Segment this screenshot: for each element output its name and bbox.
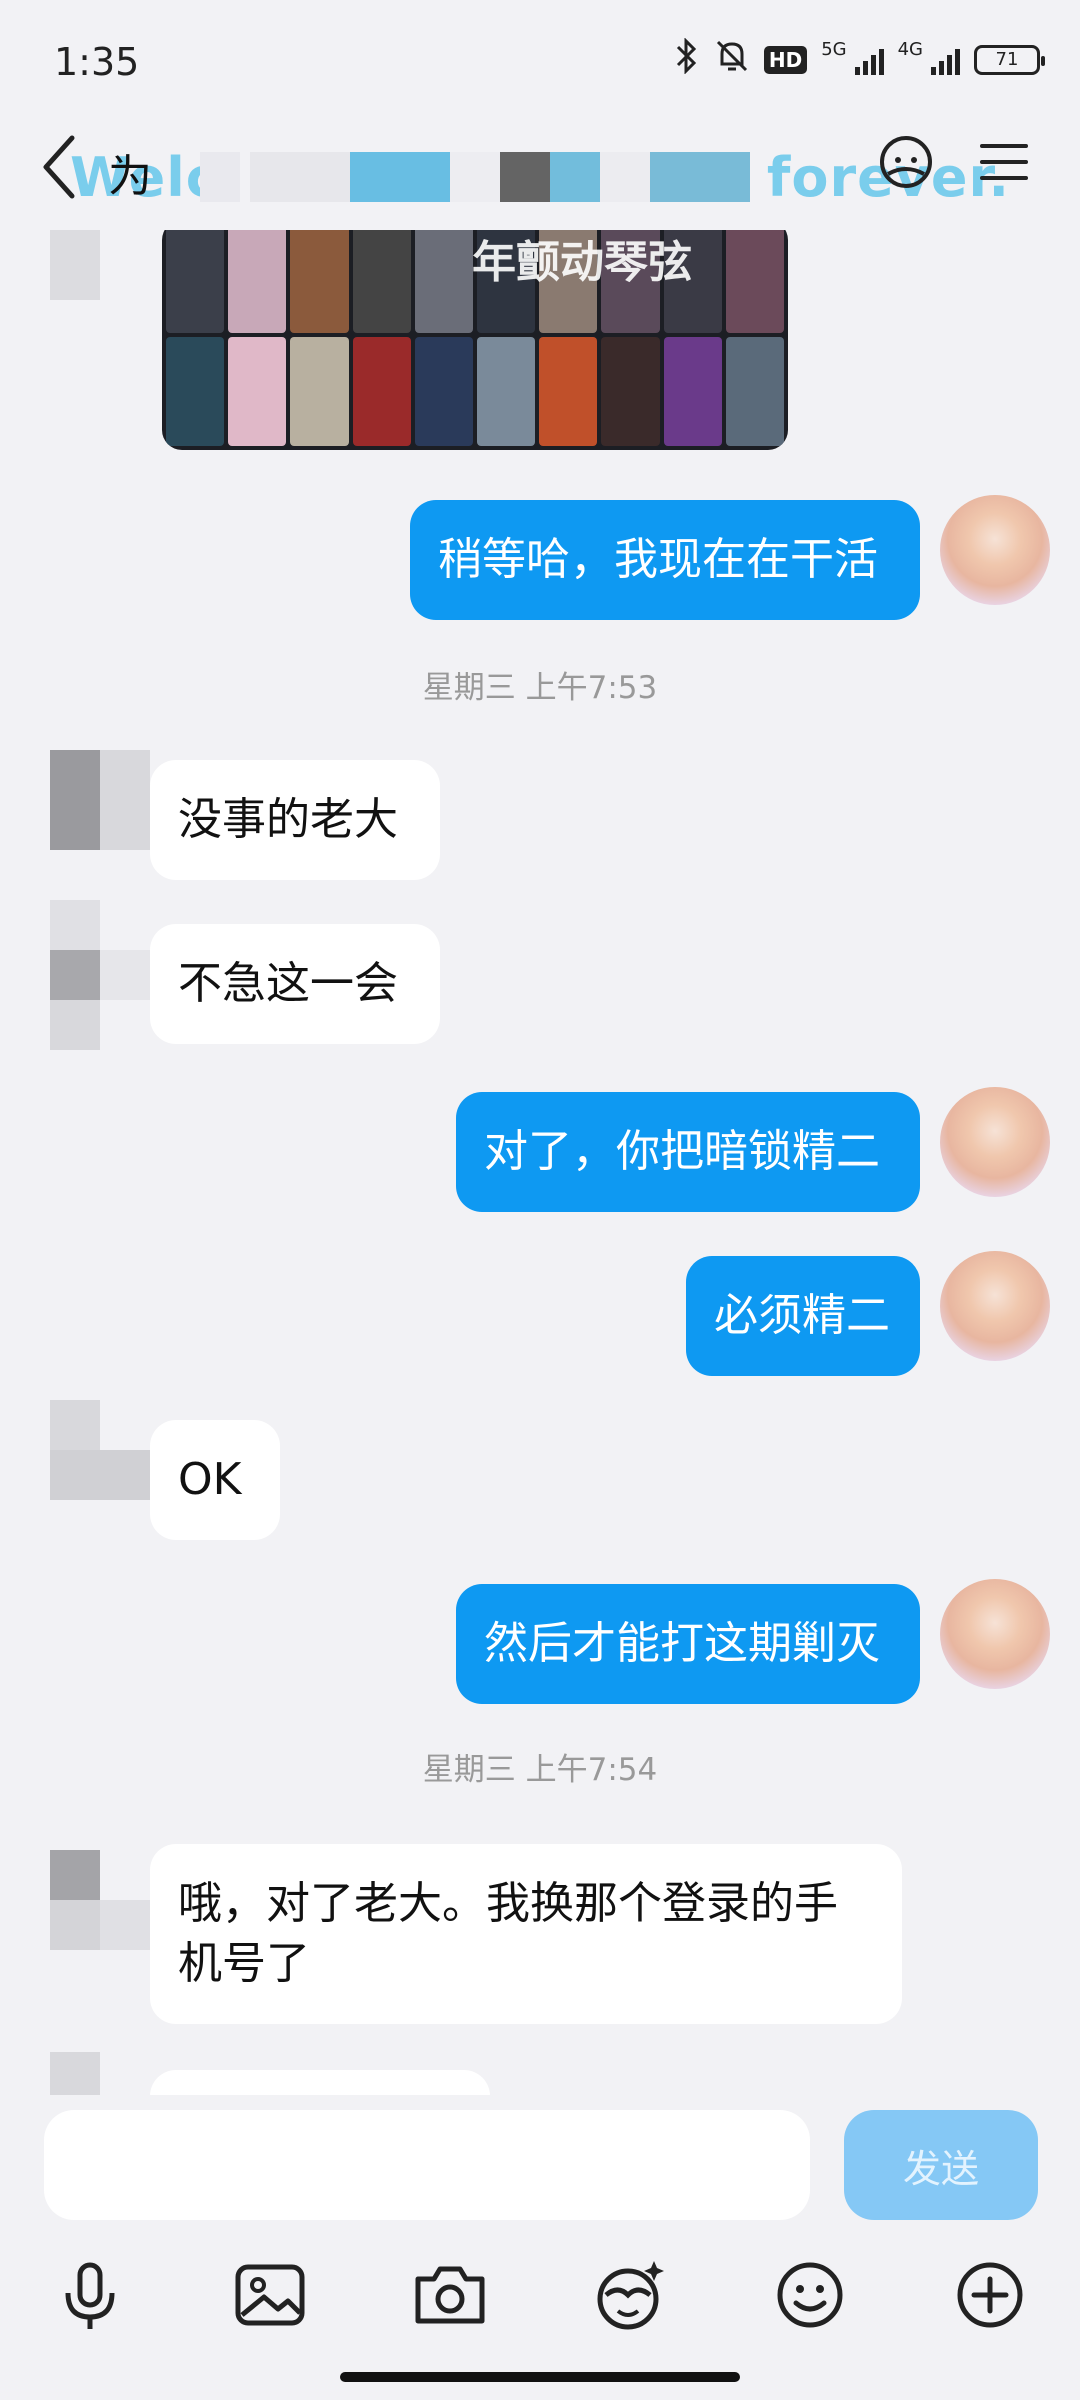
message-input[interactable] [44,2110,810,2220]
message-bubble-outgoing[interactable]: 对了，你把暗锁精二 [456,1092,920,1212]
time-separator: 星期三 上午7:53 [422,670,658,706]
avatar-other-mosaic [50,1900,100,1950]
emoji-icon [777,2262,843,2328]
time-separator: 星期三 上午7:54 [422,1752,658,1788]
chevron-left-icon [43,135,75,199]
avatar-other[interactable] [50,750,100,850]
avatar-other-mosaic [50,1000,100,1050]
image-message[interactable]: 年颤动琴弦 [162,230,788,450]
image-caption: 年颤动琴弦 [472,237,692,288]
input-toolbar [0,2235,1080,2355]
chat-messages[interactable]: 年颤动琴弦 稍等哈，我现在在干活 星期三 上午7:53 没事的老大 不急这一会 … [0,230,1080,2100]
battery-level: 71 [995,49,1019,70]
image-icon [235,2264,305,2326]
network-4g-label: 4G [897,39,923,60]
message-line: 哦，对了老大。我换那个登录的手 [178,1878,838,1929]
avatar-other-mosaic [100,750,150,850]
chat-header: Welc ds time forever. 为 [0,110,1080,230]
status-time: 1:35 [54,40,140,84]
camera-icon [415,2266,485,2324]
more-button[interactable] [950,2255,1030,2335]
avatar-other-mosaic [100,950,150,1000]
message-bubble-incoming[interactable]: OK [150,1420,280,1540]
avatar-other[interactable] [50,1400,100,1450]
battery-icon: 71 [974,44,1045,75]
header-banner-overlay: Welc ds time forever. [50,146,1010,210]
signal-4g-icon [931,45,960,75]
avatar-other[interactable] [50,900,100,950]
message-bubble-incoming[interactable]: 哦，对了老大。我换那个登录的手 机号了 [150,1844,902,2024]
effects-button[interactable] [590,2255,670,2335]
avatar-other-mosaic [50,1450,150,1500]
plus-circle-icon [957,2262,1023,2328]
avatar-other-mosaic [100,1900,150,1950]
menu-icon [980,144,1028,180]
avatar-other-mosaic [50,950,100,1000]
avatar-other[interactable] [50,1850,100,1900]
message-bubble-outgoing[interactable]: 稍等哈，我现在在干活 [410,500,920,620]
menu-button[interactable] [976,134,1032,190]
avatar-self[interactable] [940,495,1050,605]
status-icons: HD 5G 4G 71 [674,37,1045,81]
avatar-other[interactable] [50,230,100,300]
gallery-button[interactable] [230,2255,310,2335]
message-bubble-incoming[interactable]: 不急这一会 [150,924,440,1044]
message-bubble-outgoing[interactable]: 然后才能打这期剿灭 [456,1584,920,1704]
assistant-button[interactable] [878,134,934,190]
send-button[interactable]: 发送 [844,2110,1038,2220]
bluetooth-icon [674,37,700,81]
voice-button[interactable] [50,2255,130,2335]
input-bar: 发送 [0,2095,1080,2235]
avatar-self[interactable] [940,1579,1050,1689]
chat-title: 为 [108,151,152,202]
home-indicator[interactable] [340,2372,740,2382]
message-bubble-incoming[interactable]: 没事的老大 [150,760,440,880]
message-bubble-outgoing[interactable]: 必须精二 [686,1256,920,1376]
microphone-icon [65,2262,115,2329]
message-line: 机号了 [178,1938,310,1989]
network-5g-label: 5G [821,39,847,60]
avatar-self[interactable] [940,1251,1050,1361]
mute-bell-icon [714,38,750,81]
camera-button[interactable] [410,2255,490,2335]
avatar-self[interactable] [940,1087,1050,1197]
magic-face-icon [597,2261,664,2330]
back-button[interactable] [40,132,80,202]
signal-5g-icon [854,45,884,75]
hd-badge: HD [763,45,808,74]
assistant-face-icon [880,136,932,188]
status-bar: 1:35 HD 5G 4G 71 [0,0,1080,120]
avatar-other[interactable] [50,2052,100,2100]
emoji-button[interactable] [770,2255,850,2335]
